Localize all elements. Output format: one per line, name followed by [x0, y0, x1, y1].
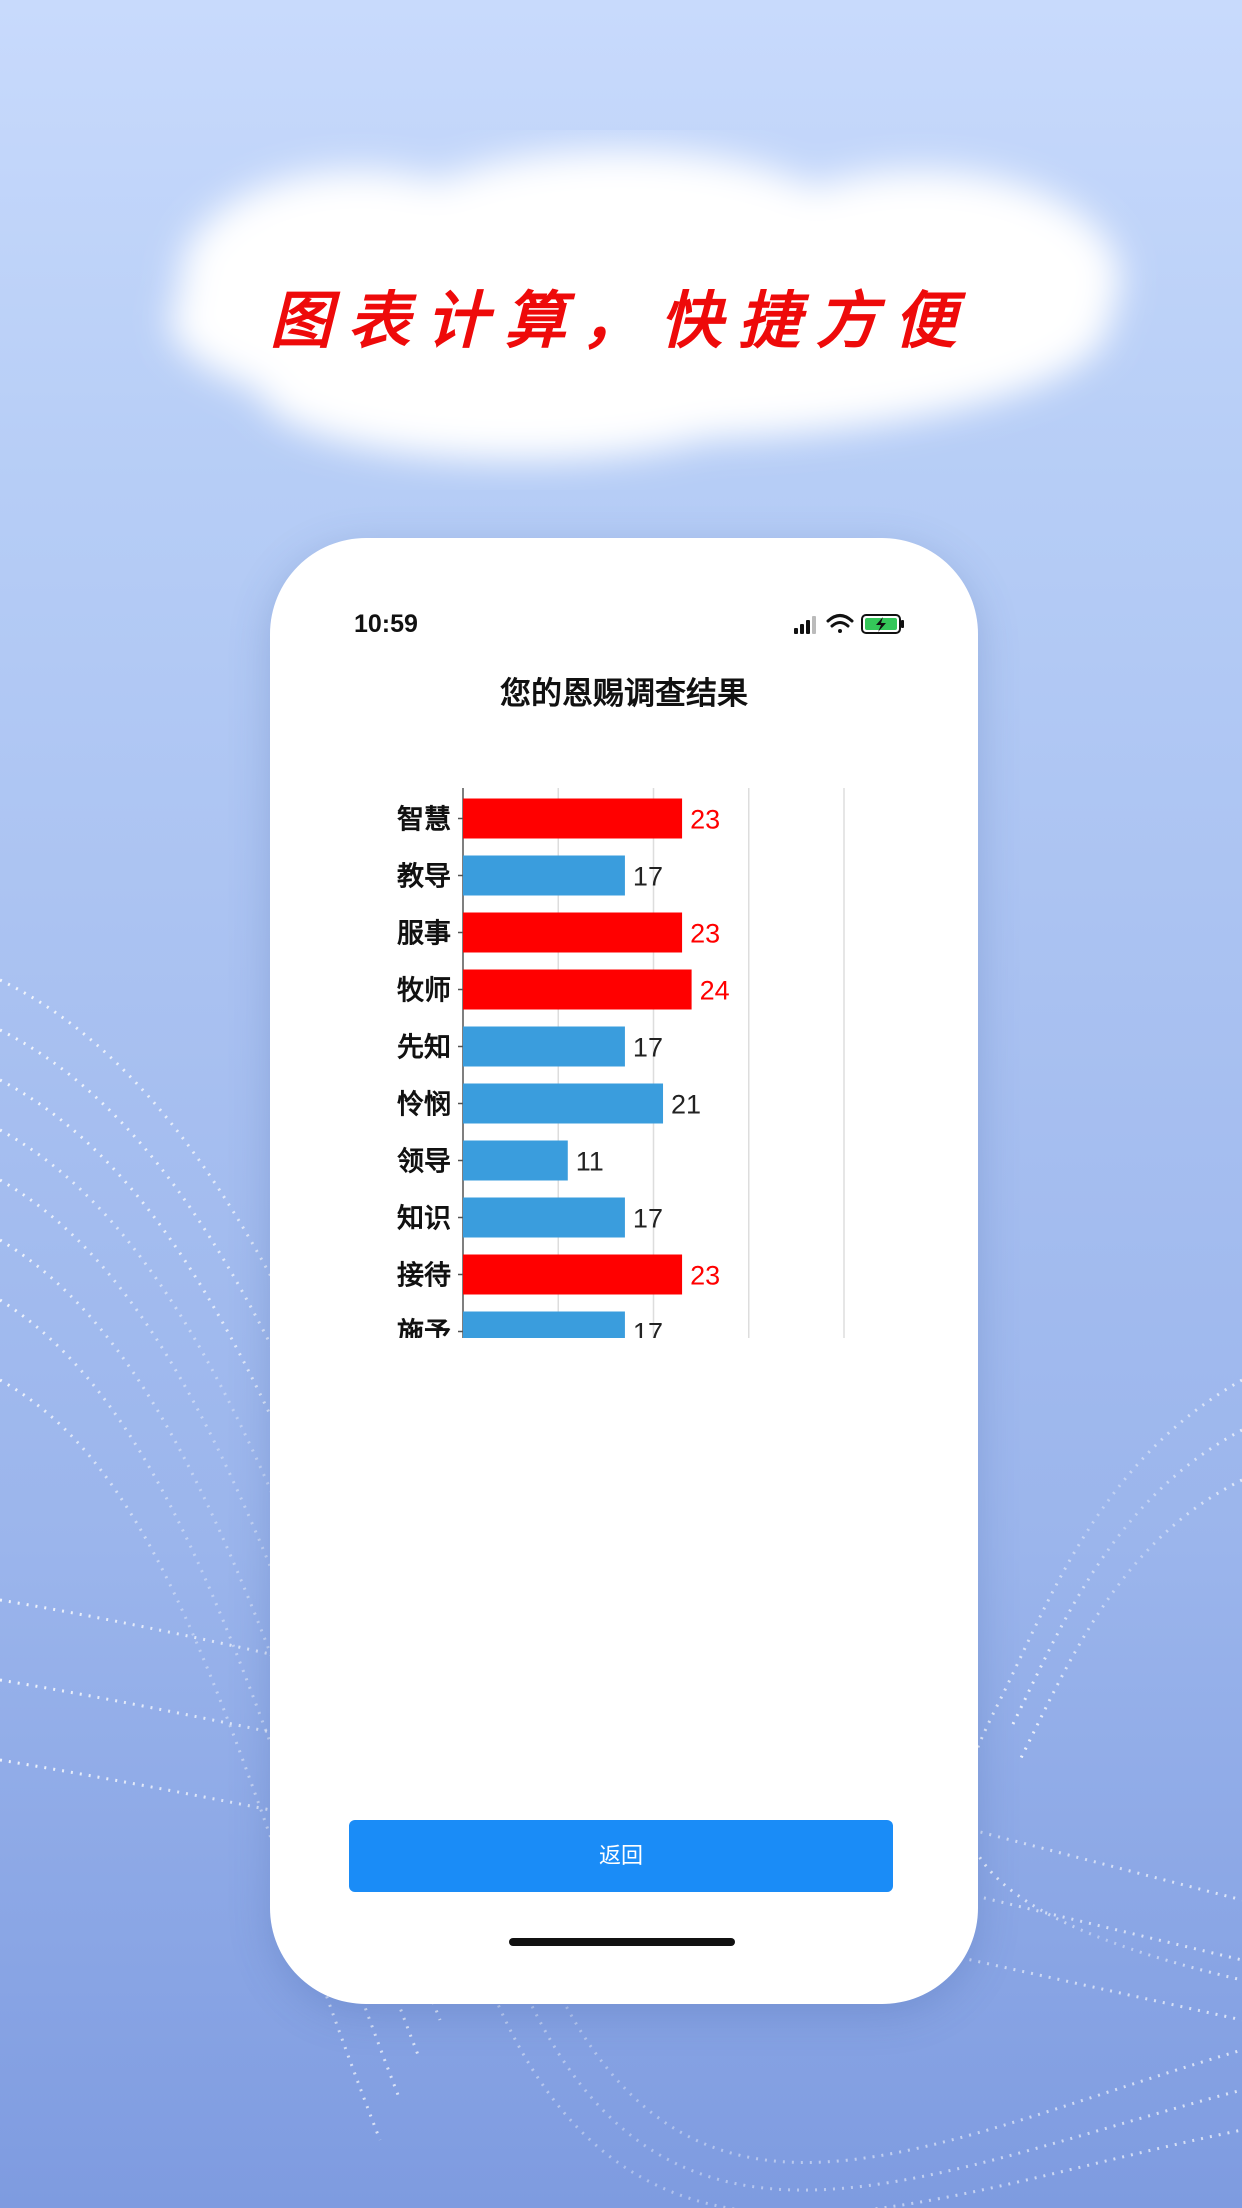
category-label: 教导 — [397, 862, 451, 893]
bar — [463, 912, 683, 953]
bar — [463, 798, 683, 839]
home-indicator — [509, 1938, 735, 1946]
category-label: 智慧 — [397, 805, 451, 836]
promo-headline: 图表计算，快捷方便 — [269, 284, 972, 357]
wifi-icon — [826, 614, 854, 633]
value-label: 11 — [576, 1147, 604, 1177]
category-label: 领导 — [397, 1147, 451, 1178]
value-label: 24 — [700, 976, 730, 1006]
phone-frame: 10:59 您的恩赐调查结果 智慧 23 教导 17 服事 23 牧师 24 先知 17 怜悯 21 领… — [270, 538, 978, 2004]
category-label: 施予 — [397, 1318, 451, 1339]
bar — [463, 1197, 625, 1238]
value-label: 23 — [690, 805, 720, 835]
category-label: 知识 — [397, 1204, 451, 1235]
bar — [463, 1140, 568, 1181]
bar — [463, 1311, 625, 1338]
category-label: 怜悯 — [397, 1090, 451, 1121]
gifts-bar-chart: 智慧 23 教导 17 服事 23 牧师 24 先知 17 怜悯 21 领导 11 知识 17 接待 23 施予 17… — [270, 778, 978, 1338]
value-label: 17 — [633, 862, 663, 892]
status-time: 10:59 — [354, 610, 418, 638]
value-label: 17 — [633, 1204, 663, 1234]
value-label: 23 — [690, 919, 720, 949]
bar — [463, 969, 692, 1010]
bar — [463, 1083, 664, 1124]
value-label: 23 — [690, 1261, 720, 1291]
category-label: 牧师 — [397, 976, 451, 1007]
page-title: 您的恩赐调查结果 — [500, 676, 748, 712]
signal-icon — [794, 616, 816, 634]
bar — [463, 1026, 625, 1067]
return-button[interactable]: 返回 — [349, 1820, 893, 1892]
bar — [463, 1254, 683, 1295]
battery-charging-icon — [861, 614, 904, 634]
value-label: 21 — [671, 1090, 701, 1120]
category-label: 服事 — [397, 919, 451, 950]
category-label: 先知 — [397, 1033, 451, 1064]
status-icons — [794, 614, 904, 634]
category-label: 接待 — [397, 1261, 451, 1292]
value-label: 17 — [633, 1033, 663, 1063]
value-label: 17 — [633, 1318, 663, 1339]
bar — [463, 855, 625, 896]
